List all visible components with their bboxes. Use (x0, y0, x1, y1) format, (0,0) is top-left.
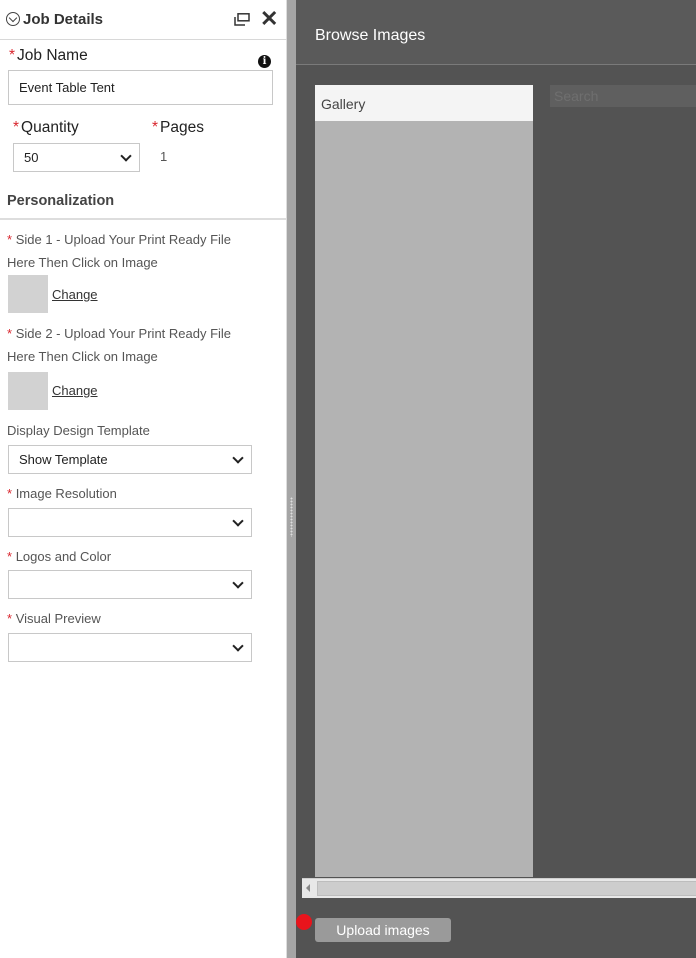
horizontal-scrollbar[interactable] (302, 878, 696, 898)
job-name-input[interactable]: Event Table Tent (8, 70, 273, 105)
close-icon[interactable]: ✕ (260, 8, 278, 30)
pages-value: 1 (160, 149, 168, 164)
logos-color-select[interactable] (8, 570, 252, 599)
side1-image-thumbnail[interactable] (8, 275, 48, 313)
logos-color-label: * Logos and Color (7, 549, 112, 564)
panel-header: Job Details ✕ (0, 0, 287, 40)
scroll-left-arrow-icon[interactable] (306, 884, 310, 892)
quantity-label: * Quantity (13, 119, 79, 136)
image-resolution-select[interactable] (8, 508, 252, 537)
browse-images-panel: Browse Images Gallery Search Upload imag… (296, 0, 696, 958)
info-icon[interactable]: i (258, 55, 271, 68)
browse-header: Browse Images (296, 0, 696, 65)
side1-label: * Side 1 - Upload Your Print Ready File … (7, 232, 232, 270)
panel-splitter[interactable] (287, 0, 296, 958)
display-template-label: Display Design Template (7, 423, 150, 438)
scrollbar-thumb[interactable] (317, 881, 696, 896)
side1-change-link[interactable]: Change (52, 287, 98, 302)
search-input[interactable]: Search (550, 85, 696, 107)
visual-preview-select[interactable] (8, 633, 252, 662)
side2-change-link[interactable]: Change (52, 383, 98, 398)
job-name-label: * Job Name (9, 47, 88, 64)
chevron-down-icon (232, 515, 244, 527)
chevron-down-icon (232, 452, 244, 464)
drag-handle-icon[interactable] (290, 497, 293, 537)
upload-images-button[interactable]: Upload images (315, 918, 451, 942)
chevron-down-icon (120, 150, 132, 162)
chevron-down-icon (232, 640, 244, 652)
quantity-select[interactable]: 50 (13, 143, 140, 172)
job-details-panel: Job Details ✕ * Job Name i Event Table Te… (0, 0, 287, 958)
image-resolution-label: * Image Resolution (7, 486, 117, 501)
visual-preview-label: * Visual Preview (7, 611, 101, 626)
side2-image-thumbnail[interactable] (8, 372, 48, 410)
personalization-heading: Personalization (0, 186, 287, 220)
display-template-value: Show Template (19, 452, 108, 467)
gallery-column: Gallery (315, 85, 533, 877)
side2-label: * Side 2 - Upload Your Print Ready File … (7, 326, 232, 364)
display-template-select[interactable]: Show Template (8, 445, 252, 474)
upload-indicator-dot (296, 914, 312, 930)
collapse-circle-icon[interactable] (6, 12, 20, 26)
browse-title: Browse Images (315, 27, 426, 44)
quantity-value: 50 (24, 150, 39, 165)
chevron-down-icon (232, 577, 244, 589)
pages-label: * Pages (152, 119, 204, 136)
popout-window-icon[interactable] (234, 13, 250, 26)
gallery-tab[interactable]: Gallery (315, 85, 533, 121)
panel-title: Job Details (23, 11, 104, 28)
